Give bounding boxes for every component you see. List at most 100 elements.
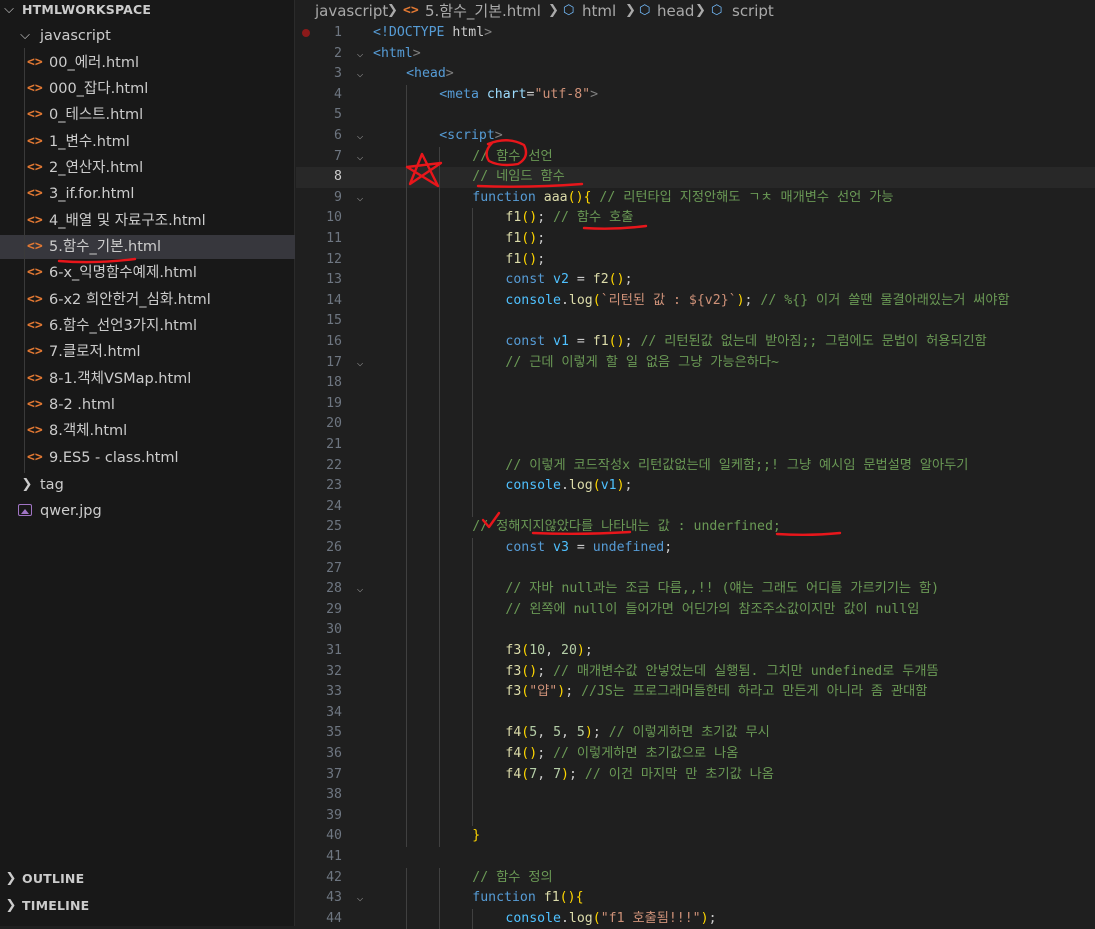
code-line[interactable]: 37 f4(7, 7); // 이건 마지막 만 초기값 나옴 (296, 764, 1095, 786)
code-line[interactable]: 33 f3("얍"); //JS는 프로그래머들한테 하라고 만든게 아니라 좀 … (296, 682, 1095, 703)
code-line[interactable]: 20 (296, 414, 1095, 435)
file-item[interactable]: <> 000_잡다.html (0, 77, 295, 101)
indent-guide (439, 352, 441, 374)
fold-chevron-icon[interactable]: ⌵ (354, 126, 366, 147)
code-line[interactable]: 29 // 왼쪽에 null이 들어가면 어딘가의 참조주소값이지만 값이 nul… (296, 599, 1095, 621)
file-item[interactable]: <> 2_연산자.html (0, 156, 295, 180)
indent-guide (439, 146, 441, 168)
code-line[interactable]: 11 f1(); (296, 229, 1095, 250)
file-item[interactable]: <> 6.함수_선언3가지.html (0, 314, 295, 338)
chevron-down-icon[interactable]: ⌵ (2, 0, 16, 22)
code-line[interactable]: 34 (296, 702, 1095, 724)
code-token: log (568, 478, 593, 494)
code-line[interactable]: 12 f1(); (296, 249, 1095, 271)
file-item[interactable]: <> 7.클로저.html (0, 340, 295, 364)
code-line[interactable]: 27 (296, 558, 1095, 580)
file-item[interactable]: <> 8.객체.html (0, 419, 295, 443)
code-line[interactable]: 3 ⌵ <head> (296, 64, 1095, 85)
code-text: console.log(v1); (505, 476, 632, 497)
code-token: `리턴된 값 : ${v2}` (600, 292, 737, 308)
code-line[interactable]: 9 ⌵ function aaa(){ // 리턴타입 지정안해도 ㄱㅊ 매개변수 … (296, 187, 1095, 209)
code-line[interactable]: 25 // 정해지지않았다를 나타내는 값 : underfined; (296, 517, 1095, 538)
breadcrumb-head[interactable]: head (657, 0, 694, 22)
line-number: 15 (326, 313, 342, 329)
code-line[interactable]: 19 (296, 393, 1095, 415)
code-token: ) (616, 272, 625, 288)
code-line[interactable]: 17 ⌵ // 근데 이렇게 할 일 없음 그냥 가능은하다~ (296, 352, 1095, 374)
line-number: 35 (326, 725, 342, 741)
chevron-down-icon[interactable]: ⌵ (18, 24, 32, 48)
code-line[interactable]: 4 <meta chart="utf-8"> (296, 84, 1095, 106)
code-line[interactable]: 39 (296, 805, 1095, 827)
breadcrumb-html[interactable]: html (582, 0, 616, 22)
code-line[interactable]: 21 (296, 435, 1095, 456)
file-item[interactable]: <> 8-1.객체VSMap.html (0, 367, 295, 391)
file-item[interactable]: <> 0_테스트.html (0, 103, 295, 127)
fold-chevron-icon[interactable]: ⌵ (354, 64, 366, 85)
indent-guide (406, 435, 408, 456)
code-line[interactable]: 30 (296, 620, 1095, 641)
code-line[interactable]: 36 f4(); // 이렇게하면 초기값으로 나옴 (296, 744, 1095, 765)
fold-chevron-icon[interactable]: ⌵ (354, 353, 366, 374)
file-item[interactable]: <> 1_변수.html (0, 130, 295, 154)
code-line[interactable]: 5 (296, 105, 1095, 126)
outline-section[interactable]: ❯ OUTLINE (0, 867, 295, 891)
fold-chevron-icon[interactable]: ⌵ (354, 888, 366, 909)
code-line[interactable]: 35 f4(5, 5, 5); // 이렇게하면 초기값 무시 (296, 723, 1095, 744)
code-line[interactable]: 15 (296, 311, 1095, 332)
explorer-root[interactable]: ⌵ HTMLWORKSPACE (0, 0, 295, 22)
explorer-sidebar: ⌵ HTMLWORKSPACE ⌵ javascript <> 00_에러.html <> 0… (0, 0, 295, 926)
code-line[interactable]: 40} (296, 826, 1095, 847)
code-line[interactable]: 10 f1(); // 함수 호출 (296, 208, 1095, 229)
file-item[interactable]: <> 4_배열 및 자료구조.html (0, 209, 295, 233)
fold-chevron-icon[interactable]: ⌵ (354, 44, 366, 65)
code-line[interactable]: 2 ⌵ <html> (296, 44, 1095, 65)
breadcrumb-folder[interactable]: javascript (315, 0, 388, 22)
code-line[interactable]: 18 (296, 373, 1095, 394)
code-token: ; (744, 292, 761, 308)
code-line[interactable]: 41 (296, 847, 1095, 868)
file-item[interactable]: <> 6-x_익명함수예제.html (0, 261, 295, 285)
file-item[interactable]: <> 5.함수_기본.html (0, 235, 295, 259)
fold-chevron-icon[interactable]: ⌵ (354, 147, 366, 168)
chevron-right-icon[interactable]: ❯ (4, 894, 18, 918)
code-line[interactable]: 23 console.log(v1); (296, 476, 1095, 497)
indent-guide (406, 476, 408, 497)
fold-chevron-icon[interactable]: ⌵ (354, 579, 366, 600)
code-line[interactable]: 38 (296, 785, 1095, 806)
chevron-right-icon[interactable]: ❯ (4, 867, 18, 891)
indent-guide (406, 414, 408, 435)
breadcrumb-script[interactable]: script (732, 0, 774, 22)
file-item[interactable]: <> 00_에러.html (0, 51, 295, 75)
indent-guide (472, 805, 474, 827)
folder-tag[interactable]: ❯ tag (0, 473, 295, 497)
code-line[interactable]: 16 const v1 = f1(); // 리턴된값 없는데 받아짐;; 그럼에… (296, 332, 1095, 353)
chevron-right-icon[interactable]: ❯ (20, 473, 34, 497)
code-line[interactable]: 22 // 이렇게 코드작성x 리턴값없는데 일케함;;! 그냥 예시임 문법설명… (296, 455, 1095, 477)
file-item[interactable]: <> 6-x2 희안한거_심화.html (0, 288, 295, 312)
timeline-section[interactable]: ❯ TIMELINE (0, 894, 295, 918)
code-line[interactable]: 26 const v3 = undefined; (296, 538, 1095, 559)
code-line[interactable]: 42 // 함수 정의 (296, 867, 1095, 889)
file-image[interactable]: qwer.jpg (0, 499, 295, 523)
fold-chevron-icon[interactable]: ⌵ (354, 188, 366, 209)
code-line[interactable]: 28 ⌵ // 자바 null과는 조금 다름,,!! (얘는 그래도 어디를 가르… (296, 579, 1095, 600)
code-line[interactable]: 6 ⌵ <script> (296, 126, 1095, 147)
code-line[interactable]: 24 (296, 496, 1095, 518)
code-line[interactable]: 14 console.log(`리턴된 값 : ${v2}`); // %{} 이… (296, 290, 1095, 312)
code-line[interactable]: 32 f3(); // 매개변수값 안넣었는데 실행됨. 그치만 undefine… (296, 661, 1095, 683)
code-line[interactable]: 1 <!DOCTYPE html> (296, 23, 1095, 44)
code-line[interactable]: 7 ⌵ // 함수 선언 (296, 146, 1095, 168)
file-item[interactable]: <> 8-2 .html (0, 393, 295, 417)
breadcrumb-file[interactable]: 5.함수_기본.html (425, 0, 541, 22)
code-line[interactable]: 43 ⌵ function f1(){ (296, 888, 1095, 909)
file-item-label: 0_테스트.html (49, 107, 144, 123)
folder-javascript[interactable]: ⌵ javascript (0, 24, 295, 48)
code-line[interactable]: 13 const v2 = f2(); (296, 270, 1095, 291)
code-line[interactable]: 31 f3(10, 20); (296, 641, 1095, 662)
file-item[interactable]: <> 3_if.for.html (0, 182, 295, 206)
file-item[interactable]: <> 9.ES5 - class.html (0, 446, 295, 470)
code-line[interactable]: 8 // 네임드 함수 (296, 167, 1095, 188)
editor-scrollbar[interactable] (1081, 22, 1095, 926)
code-editor[interactable]: javascript ❯ <> 5.함수_기본.html ❯ ⬡ html ❯ … (296, 0, 1095, 929)
